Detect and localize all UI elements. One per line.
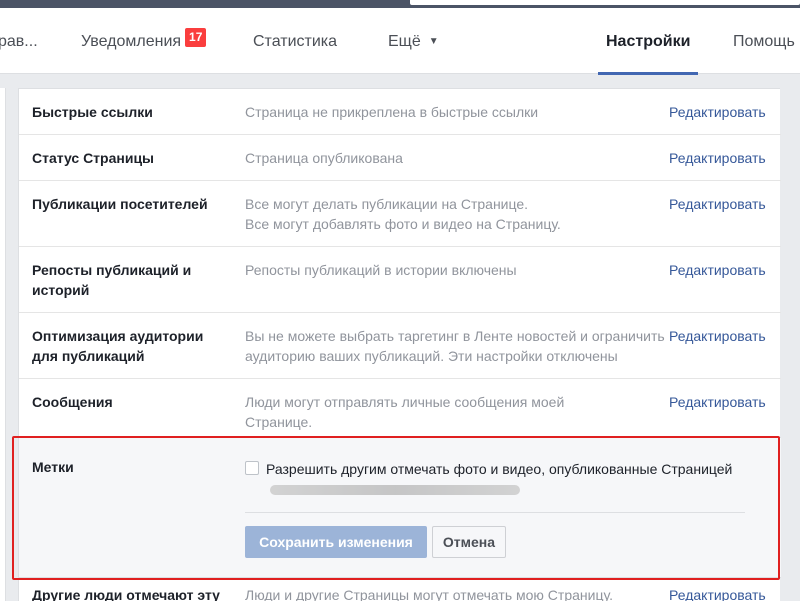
setting-description: Вы не можете выбрать таргетинг в Ленте н… xyxy=(245,328,665,364)
setting-description: Все могут делать публикации на Странице.… xyxy=(245,196,561,232)
tab-more[interactable]: Ещё ▼ xyxy=(388,8,439,74)
settings-row: Статус Страницы Страница опубликована Ре… xyxy=(19,135,781,181)
settings-row: Репосты публикаций и историй Репосты пуб… xyxy=(19,247,781,313)
active-tab-indicator xyxy=(598,72,699,75)
settings-row: Сообщения Люди могут отправлять личные с… xyxy=(19,379,781,437)
tab-statistics[interactable]: Статистика xyxy=(253,8,337,74)
tab-help[interactable]: Помощь xyxy=(733,8,795,74)
allow-tagging-checkbox[interactable] xyxy=(245,461,259,475)
caret-down-icon: ▼ xyxy=(428,36,439,47)
settings-panel: Быстрые ссылки Страница не прикреплена в… xyxy=(18,88,781,601)
cancel-button[interactable]: Отмена xyxy=(432,526,506,558)
edit-link[interactable]: Редактировать xyxy=(669,585,766,601)
setting-label: Оптимизация аудитории для публикаций xyxy=(32,328,204,364)
settings-row: Публикации посетителей Все могут делать … xyxy=(19,181,781,247)
edit-link[interactable]: Редактировать xyxy=(669,260,766,280)
notification-count-badge: 17 xyxy=(185,28,207,47)
setting-label: Быстрые ссылки xyxy=(32,104,153,120)
page-nav-tabs: рав... Уведомления 17 Статистика Ещё ▼ Нас… xyxy=(0,8,800,75)
settings-row: Другие люди отмечают эту Люди и другие С… xyxy=(19,578,781,601)
tab-manage[interactable]: рав... xyxy=(0,8,38,74)
setting-description: Люди и другие Страницы могут отмечать мо… xyxy=(245,587,613,601)
setting-label: Репосты публикаций и историй xyxy=(32,262,192,298)
setting-description: Страница опубликована xyxy=(245,150,403,166)
setting-description: Репосты публикаций в истории включены xyxy=(245,262,517,278)
left-sidebar-edge xyxy=(0,88,6,601)
top-bar xyxy=(0,0,800,8)
edit-link[interactable]: Редактировать xyxy=(669,392,766,412)
settings-row: Быстрые ссылки Страница не прикреплена в… xyxy=(19,89,781,135)
tab-label: Статистика xyxy=(253,33,338,50)
setting-description: Страница не прикреплена в быстрые ссылки xyxy=(245,104,539,120)
tab-label: Помощь xyxy=(733,33,795,50)
tags-setting-expanded: Метки Разрешить другим отмечать фото и в… xyxy=(19,437,781,578)
edit-link[interactable]: Редактировать xyxy=(669,102,766,122)
search-input[interactable] xyxy=(410,0,800,5)
checkbox-label-text: Разрешить другим отмечать фото и видео, … xyxy=(266,461,733,477)
settings-row: Оптимизация аудитории для публикаций Вы … xyxy=(19,313,781,379)
setting-label: Другие люди отмечают эту xyxy=(32,587,220,601)
setting-label: Публикации посетителей xyxy=(32,196,208,212)
setting-label: Метки xyxy=(32,459,74,475)
setting-label: Статус Страницы xyxy=(32,150,155,166)
tab-label: Настройки xyxy=(606,33,691,50)
divider xyxy=(245,512,745,513)
setting-description: Люди могут отправлять личные сообщения м… xyxy=(245,394,565,430)
tab-label: рав... xyxy=(0,33,38,50)
tab-settings[interactable]: Настройки xyxy=(598,8,699,75)
tab-label: Ещё xyxy=(388,33,421,50)
save-changes-button[interactable]: Сохранить изменения xyxy=(245,526,427,558)
edit-link[interactable]: Редактировать xyxy=(669,326,766,346)
checkbox-label: Разрешить другим отмечать фото и видео, … xyxy=(266,459,736,499)
tab-label: Уведомления xyxy=(81,33,182,50)
redacted-text xyxy=(270,485,520,496)
tab-notifications[interactable]: Уведомления 17 xyxy=(81,8,207,74)
setting-label: Сообщения xyxy=(32,394,113,410)
edit-link[interactable]: Редактировать xyxy=(669,194,766,214)
edit-link[interactable]: Редактировать xyxy=(669,148,766,168)
